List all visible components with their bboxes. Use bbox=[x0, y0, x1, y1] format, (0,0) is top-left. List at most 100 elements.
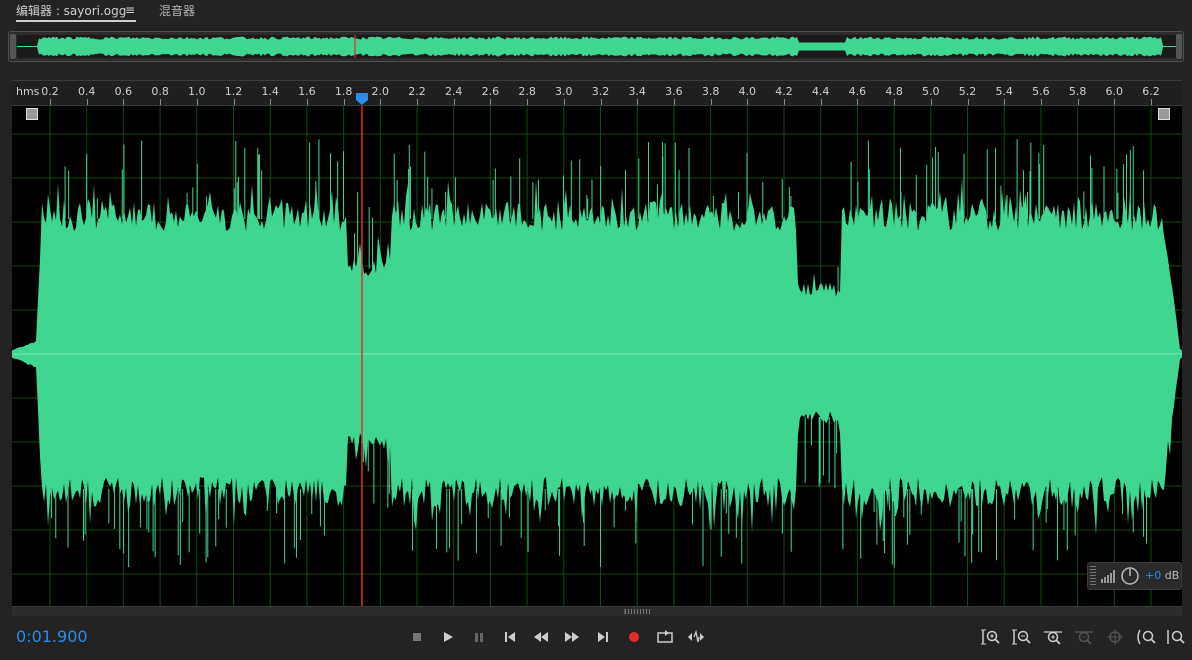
zoom-in-amplitude-icon bbox=[981, 629, 1000, 645]
ruler-tick-label: 2.4 bbox=[444, 85, 463, 98]
loop-playback-button[interactable] bbox=[653, 625, 677, 649]
ruler-tick-mark bbox=[196, 99, 198, 105]
ruler-tick-label: 5.8 bbox=[1068, 85, 1087, 98]
zoom-in-amplitude-button[interactable] bbox=[978, 625, 1004, 649]
ruler-tick-label: 4.8 bbox=[885, 85, 903, 98]
zoom-out-full-button[interactable] bbox=[1164, 625, 1190, 649]
time-display[interactable]: 0:01.900 bbox=[16, 627, 88, 646]
ruler-tick-label: 1.8 bbox=[334, 85, 353, 98]
overview-waveform-svg bbox=[17, 35, 1177, 58]
tab-active-indicator bbox=[16, 20, 136, 22]
ruler-tick-mark bbox=[894, 99, 896, 105]
gain-readout: +0 dB bbox=[1145, 569, 1179, 582]
tab-mixer[interactable]: 混音器 bbox=[159, 2, 195, 19]
ruler-tick-label: 5.4 bbox=[995, 85, 1013, 98]
ruler-tick-mark bbox=[233, 99, 235, 105]
zoom-in-left-button[interactable] bbox=[1133, 625, 1159, 649]
skip-selection-icon bbox=[688, 630, 704, 643]
ruler-tick-label: 0.6 bbox=[114, 85, 133, 98]
stop-button[interactable] bbox=[405, 625, 429, 649]
ruler-tick-mark bbox=[747, 99, 749, 105]
waveform-shape bbox=[12, 178, 1182, 536]
stop-icon bbox=[413, 633, 421, 641]
ruler-tick-mark bbox=[306, 99, 308, 105]
fast-forward-button[interactable] bbox=[560, 625, 584, 649]
ruler-tick-label: 4.0 bbox=[738, 85, 757, 98]
ruler-tick-label: 1.0 bbox=[188, 85, 206, 98]
ruler-tick-label: 5.2 bbox=[958, 85, 977, 98]
skip-selection-button[interactable] bbox=[684, 625, 708, 649]
ruler-tick-mark bbox=[784, 99, 785, 105]
zoom-selection-button[interactable] bbox=[1102, 625, 1128, 649]
ruler-tick-mark bbox=[820, 99, 822, 105]
zoom-out-full-icon bbox=[1167, 630, 1185, 644]
ruler-tick-mark bbox=[343, 99, 345, 105]
rewind-button[interactable] bbox=[529, 625, 553, 649]
zoom-selection-icon bbox=[1107, 629, 1123, 645]
ruler-tick-mark bbox=[1077, 99, 1079, 105]
ruler-tick-label: 6.0 bbox=[1105, 85, 1124, 98]
corner-resize-icon-left[interactable] bbox=[26, 108, 38, 120]
corner-resize-icon-right[interactable] bbox=[1158, 108, 1170, 120]
loop-playback-icon bbox=[657, 630, 673, 643]
ruler-tick-label: 3.0 bbox=[555, 85, 573, 98]
scrollbar-grip[interactable] bbox=[624, 609, 650, 614]
overview-waveform-shape bbox=[17, 36, 1177, 57]
panel-menu-icon[interactable]: ≡ bbox=[125, 3, 135, 17]
pause-button[interactable] bbox=[467, 625, 491, 649]
ruler-tick-mark bbox=[563, 99, 565, 105]
gain-hud: +0 dB bbox=[1087, 562, 1182, 590]
zoom-out-amplitude-icon bbox=[1012, 629, 1031, 645]
play-icon bbox=[444, 632, 453, 642]
waveform-svg bbox=[12, 106, 1182, 606]
overview-navigator[interactable] bbox=[8, 31, 1184, 62]
ruler-tick-mark bbox=[1151, 99, 1152, 105]
ruler-tick-mark bbox=[1114, 99, 1116, 105]
ruler-tick-label: 4.2 bbox=[775, 85, 793, 98]
go-to-end-button[interactable] bbox=[591, 625, 615, 649]
ruler-tick-label: 0.2 bbox=[41, 85, 59, 98]
zoom-in-time-button[interactable] bbox=[1040, 625, 1066, 649]
ruler-tick-label: 4.6 bbox=[848, 85, 867, 98]
ruler-tick-label: 0.8 bbox=[151, 85, 169, 98]
tab-editor[interactable]: 编辑器 : sayori.ogg bbox=[16, 2, 126, 19]
ruler-tick-label: 5.6 bbox=[1032, 85, 1050, 98]
ruler-tick-label: 6.2 bbox=[1142, 85, 1160, 98]
ruler-tick-mark bbox=[930, 99, 932, 105]
zoom-out-amplitude-button[interactable] bbox=[1009, 625, 1035, 649]
ruler-tick-mark bbox=[417, 99, 418, 105]
ruler-tick-mark bbox=[527, 99, 529, 105]
record-button[interactable] bbox=[622, 625, 646, 649]
ruler-tick-label: 3.8 bbox=[701, 85, 720, 98]
gain-knob-icon[interactable] bbox=[1120, 566, 1140, 586]
ruler-tick-mark bbox=[380, 99, 382, 105]
ruler-tick-mark bbox=[637, 99, 639, 105]
ruler-tick-label: 4.4 bbox=[811, 85, 830, 98]
ruler-tick-mark bbox=[123, 99, 125, 105]
overview-waveform[interactable] bbox=[17, 35, 1177, 58]
play-button[interactable] bbox=[436, 625, 460, 649]
ruler-tick-label: 0.4 bbox=[77, 85, 96, 98]
ruler-tick-label: 5.0 bbox=[922, 85, 940, 98]
go-to-start-button[interactable] bbox=[498, 625, 522, 649]
zoom-out-time-button[interactable] bbox=[1071, 625, 1097, 649]
ruler-tick-label: 2.6 bbox=[481, 85, 500, 98]
ruler-tick-label: 3.6 bbox=[665, 85, 683, 98]
ruler-tick-label: 1.2 bbox=[224, 85, 243, 98]
overview-right-handle[interactable] bbox=[1176, 34, 1182, 59]
gain-unit: dB bbox=[1164, 569, 1180, 582]
overview-left-handle[interactable] bbox=[10, 34, 16, 59]
pause-icon bbox=[475, 633, 483, 642]
fast-forward-icon bbox=[565, 632, 579, 642]
zoom-in-left-icon bbox=[1137, 629, 1156, 645]
panel-tabs: 编辑器 : sayori.ogg ≡ 混音器 bbox=[0, 0, 1192, 26]
waveform-display[interactable] bbox=[12, 106, 1182, 606]
ruler-tick-label: 1.6 bbox=[298, 85, 316, 98]
zoom-out-time-icon bbox=[1075, 631, 1093, 645]
horizontal-scrollbar[interactable] bbox=[12, 606, 1182, 616]
ruler-tick-label: 2.0 bbox=[371, 85, 390, 98]
go-to-start-icon bbox=[505, 632, 515, 642]
ruler-tick-mark bbox=[1004, 99, 1006, 105]
gain-hud-grip[interactable] bbox=[1090, 566, 1096, 586]
time-ruler[interactable]: hms 0.2 0.4 0.6 0.8 1.0 1.2 1.4 1.6 1.8 2.0 2.2 2.4… bbox=[12, 80, 1182, 106]
